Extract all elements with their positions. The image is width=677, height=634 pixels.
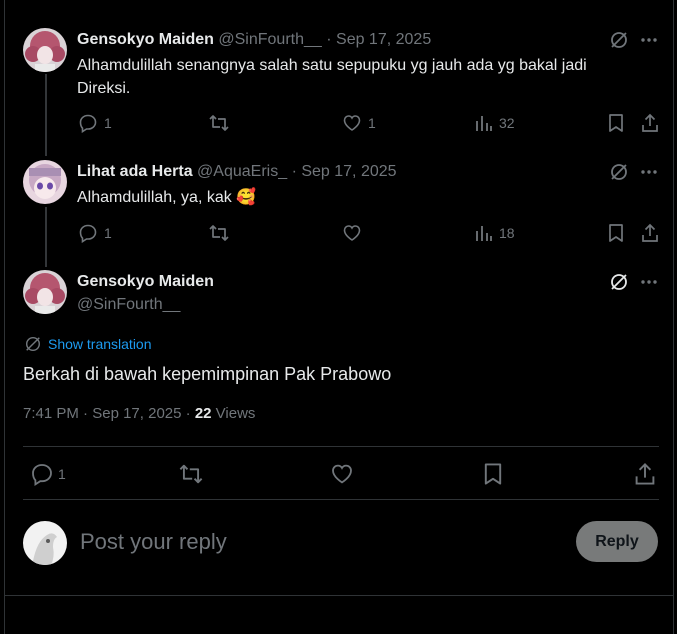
- smiling-face-with-hearts-emoji: 🥰: [236, 189, 257, 206]
- divider: [23, 499, 659, 500]
- show-translation-link[interactable]: Show translation: [24, 335, 152, 353]
- more-icon[interactable]: [639, 272, 659, 292]
- tweet-meta: 7:41 PM · Sep 17, 2025 · 22 Views: [23, 405, 255, 422]
- analytics-icon: [476, 116, 492, 131]
- handle[interactable]: @AquaEris_: [197, 163, 287, 180]
- tweet-header: Lihat ada Herta @AquaEris_ · Sep 17, 202…: [77, 163, 397, 181]
- reply-icon: [79, 224, 97, 243]
- views-count: 22: [194, 405, 212, 422]
- view-count: 32: [499, 115, 515, 131]
- share-icon[interactable]: [633, 462, 657, 486]
- handle[interactable]: @SinFourth__: [218, 31, 321, 48]
- reply-icon: [32, 464, 52, 486]
- heart-icon: [343, 225, 361, 241]
- views-label: Views: [215, 405, 256, 422]
- share-icon[interactable]: [640, 223, 660, 243]
- tweet-text: Alhamdulillah senangnya salah satu sepup…: [77, 57, 587, 97]
- view-count: 18: [499, 225, 515, 241]
- avatar[interactable]: [23, 28, 67, 72]
- tweet-text: Alhamdulillah, ya, kak 🥰: [77, 186, 617, 209]
- views-action[interactable]: 18: [475, 223, 515, 243]
- tweet-date[interactable]: Sep 17, 2025: [92, 405, 181, 422]
- frame-right-border: [673, 0, 674, 634]
- handle[interactable]: @SinFourth__: [77, 296, 180, 314]
- frame-left-border: [4, 0, 5, 634]
- grok-icon[interactable]: [609, 272, 629, 292]
- reply-button[interactable]: Reply: [576, 521, 658, 562]
- thread-line: [45, 74, 47, 156]
- reply-action[interactable]: 1: [78, 223, 112, 243]
- display-name[interactable]: Lihat ada Herta: [77, 163, 193, 180]
- like-action[interactable]: [342, 223, 362, 243]
- display-name[interactable]: Gensokyo Maiden: [77, 273, 214, 291]
- tweet-date[interactable]: Sep 17, 2025: [336, 31, 431, 48]
- show-translation-label: Show translation: [48, 336, 152, 352]
- grok-icon[interactable]: [609, 162, 629, 182]
- like-count: 1: [368, 115, 376, 131]
- reply-count: 1: [104, 115, 112, 131]
- repost-action[interactable]: [208, 223, 230, 243]
- bookmark-icon[interactable]: [607, 223, 625, 243]
- reply-action[interactable]: 1: [78, 113, 112, 133]
- tweet-text-content: Alhamdulillah, ya, kak: [77, 189, 232, 206]
- heart-icon[interactable]: [330, 462, 354, 486]
- repost-icon: [209, 225, 229, 241]
- avatar[interactable]: [23, 270, 67, 314]
- tweet-time[interactable]: 7:41 PM: [23, 405, 79, 422]
- tweet-date[interactable]: Sep 17, 2025: [301, 163, 396, 180]
- thread-line: [45, 207, 47, 267]
- reply-input[interactable]: Post your reply: [80, 529, 227, 555]
- bookmark-icon[interactable]: [607, 113, 625, 133]
- views-action[interactable]: 32: [475, 113, 515, 133]
- separator-dot: ·: [326, 31, 332, 48]
- main-tweet-text: Berkah di bawah kepemimpinan Pak Prabowo: [23, 364, 392, 384]
- current-user-avatar[interactable]: [23, 521, 67, 565]
- bookmark-icon[interactable]: [482, 462, 504, 486]
- reply-icon: [79, 114, 97, 133]
- more-icon[interactable]: [639, 30, 659, 50]
- grok-icon[interactable]: [609, 30, 629, 50]
- avatar[interactable]: [23, 160, 67, 204]
- divider: [23, 446, 659, 447]
- like-action[interactable]: 1: [342, 113, 376, 133]
- separator-dot: ·: [291, 163, 297, 180]
- display-name[interactable]: Gensokyo Maiden: [77, 31, 214, 48]
- translate-icon: [25, 336, 41, 352]
- tweet-header: Gensokyo Maiden @SinFourth__ · Sep 17, 2…: [77, 31, 431, 49]
- reply-count: 1: [104, 225, 112, 241]
- repost-icon[interactable]: [178, 462, 204, 486]
- separator-dot: ·: [83, 405, 89, 422]
- reply-count: 1: [58, 466, 66, 482]
- more-icon[interactable]: [639, 162, 659, 182]
- analytics-icon: [476, 226, 492, 241]
- repost-action[interactable]: [208, 113, 230, 133]
- heart-icon: [343, 115, 361, 131]
- separator-dot: ·: [185, 405, 191, 422]
- repost-icon: [209, 115, 229, 131]
- reply-action[interactable]: 1: [30, 462, 66, 486]
- divider: [5, 595, 673, 596]
- share-icon[interactable]: [640, 113, 660, 133]
